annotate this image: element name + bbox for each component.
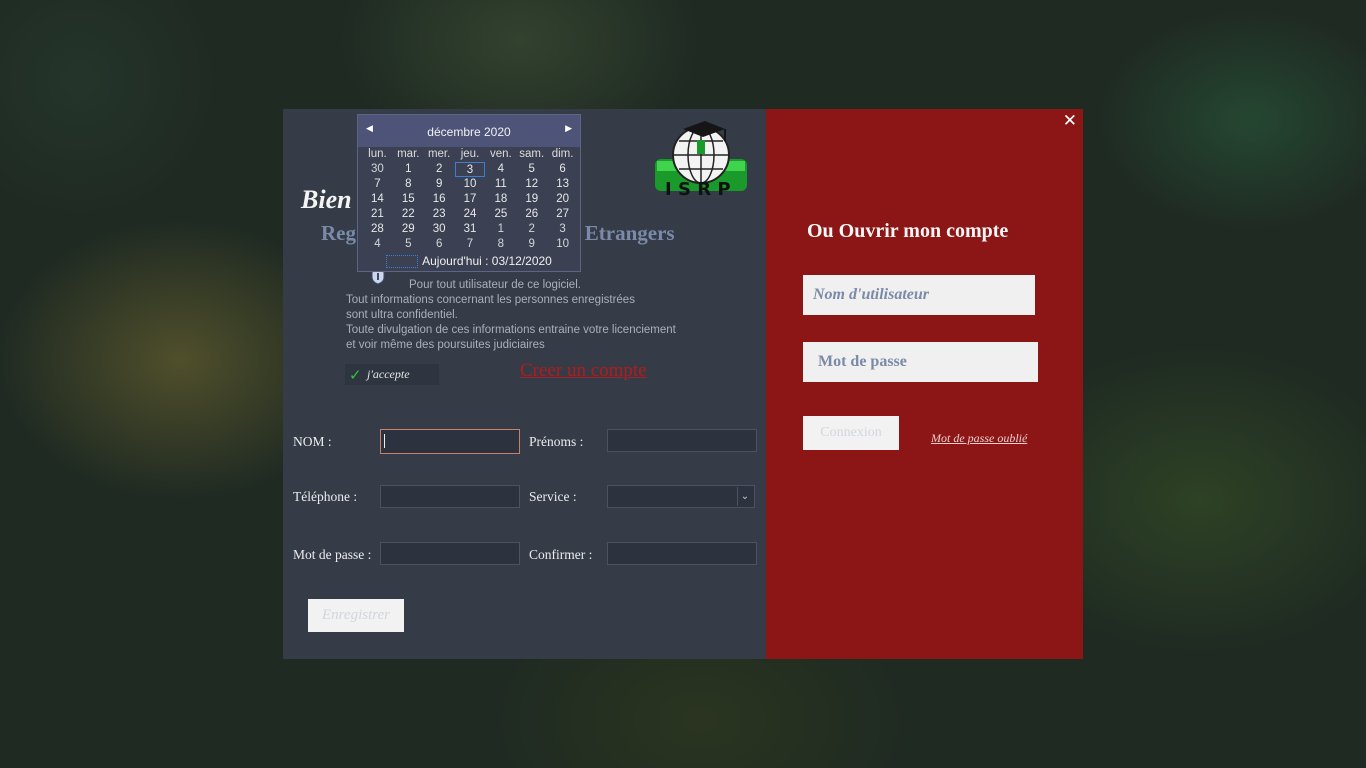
calendar-week-row: 7 8 9 10 11 12 13: [362, 177, 578, 192]
calendar-day[interactable]: 11: [485, 177, 516, 192]
weekday-label: mer.: [427, 148, 451, 160]
password-input[interactable]: Mot de passe: [803, 342, 1038, 382]
nom-input[interactable]: [380, 429, 520, 454]
close-icon[interactable]: ✕: [1063, 111, 1077, 131]
confidentiality-notice: Pour tout utilisateur de ce logiciel. To…: [346, 278, 676, 353]
calendar-day[interactable]: 20: [547, 192, 578, 207]
calendar-day[interactable]: 6: [424, 237, 455, 252]
notice-line: et voir même des poursuites judiciaires: [346, 339, 545, 351]
calendar-day[interactable]: 2: [424, 162, 455, 177]
prenoms-label: Prénoms :: [529, 434, 584, 449]
calendar-week-row: 14 15 16 17 18 19 20: [362, 192, 578, 207]
weekday-header-row: lun. mar. mer. jeu. ven. sam. dim.: [362, 147, 578, 162]
prenoms-input[interactable]: [607, 429, 757, 452]
service-select[interactable]: ⌄: [607, 485, 755, 508]
login-pane: ✕ Ou Ouvrir mon compte Nom d'utilisateur…: [766, 109, 1083, 659]
calendar-day[interactable]: 7: [455, 237, 486, 252]
calendar-day[interactable]: 23: [424, 207, 455, 222]
calendar-day[interactable]: 18: [485, 192, 516, 207]
calendar-day[interactable]: 26: [516, 207, 547, 222]
calendar-day[interactable]: 16: [424, 192, 455, 207]
service-label: Service :: [529, 489, 577, 504]
chevron-down-icon: ⌄: [737, 487, 752, 506]
calendar-day[interactable]: 24: [455, 207, 486, 222]
calendar-day[interactable]: 9: [516, 237, 547, 252]
weekday-label: ven.: [489, 148, 512, 160]
login-title: Ou Ouvrir mon compte: [807, 220, 1009, 242]
svg-text:I S R P: I S R P: [665, 179, 731, 200]
isrp-logo: I S R P: [655, 121, 747, 200]
weekday-label: sam.: [519, 148, 545, 160]
password-label: Mot de passe :: [293, 547, 372, 562]
notice-line: Tout informations concernant les personn…: [346, 294, 635, 306]
forgot-password-link[interactable]: Mot de passe oublié: [931, 431, 1027, 446]
nom-label: NOM :: [293, 434, 332, 449]
calendar-grid: lun. mar. mer. jeu. ven. sam. dim. 30 1 2 3 4 5 6 7 8 9 1…: [362, 147, 578, 252]
create-account-link[interactable]: Creer un compte: [520, 360, 647, 382]
username-input[interactable]: Nom d'utilisateur: [803, 275, 1035, 315]
calendar-header: ◀ décembre 2020 ▶: [358, 115, 580, 147]
calendar-day[interactable]: 13: [547, 177, 578, 192]
weekday-label: dim.: [551, 148, 574, 160]
calendar-day[interactable]: 12: [516, 177, 547, 192]
calendar-day[interactable]: 22: [393, 207, 424, 222]
calendar-day[interactable]: 9: [424, 177, 455, 192]
calendar-week-row: 28 29 30 31 1 2 3: [362, 222, 578, 237]
check-icon: ✓: [349, 365, 362, 384]
telephone-input[interactable]: [380, 485, 520, 508]
calendar-day[interactable]: 1: [393, 162, 424, 177]
calendar-day[interactable]: 17: [455, 192, 486, 207]
welcome-title: Bien: [301, 185, 352, 214]
weekday-label: jeu.: [460, 148, 480, 160]
notice-line: sont ultra confidentiel.: [346, 309, 458, 321]
calendar-day[interactable]: 8: [393, 177, 424, 192]
calendar-day[interactable]: 14: [362, 192, 393, 207]
calendar-day[interactable]: 2: [516, 222, 547, 237]
calendar-day[interactable]: 25: [485, 207, 516, 222]
calendar-day[interactable]: 19: [516, 192, 547, 207]
calendar-day[interactable]: 5: [516, 162, 547, 177]
calendar-day[interactable]: 4: [362, 237, 393, 252]
today-label: Aujourd'hui : 03/12/2020: [422, 254, 552, 268]
register-password-input[interactable]: [380, 542, 520, 565]
calendar-week-row: 4 5 6 7 8 9 10: [362, 237, 578, 252]
confirm-password-input[interactable]: [607, 542, 757, 565]
calendar-day[interactable]: 6: [547, 162, 578, 177]
calendar-day[interactable]: 10: [547, 237, 578, 252]
calendar-day[interactable]: 1: [485, 222, 516, 237]
calendar-day[interactable]: 3: [547, 222, 578, 237]
confirm-label: Confirmer :: [529, 547, 593, 562]
accept-checkbox[interactable]: ✓ j'accepte: [345, 364, 439, 385]
notice-line: Toute divulgation de ces informations en…: [346, 324, 676, 336]
calendar-day[interactable]: 5: [393, 237, 424, 252]
calendar-day[interactable]: 8: [485, 237, 516, 252]
calendar-day[interactable]: 30: [424, 222, 455, 237]
calendar-day[interactable]: 31: [455, 222, 486, 237]
calendar-day[interactable]: 21: [362, 207, 393, 222]
calendar-today[interactable]: Aujourd'hui : 03/12/2020: [358, 254, 580, 269]
connect-button[interactable]: Connexion: [803, 416, 899, 450]
subtitle-left: Reg: [321, 221, 356, 245]
calendar-day[interactable]: 15: [393, 192, 424, 207]
calendar-day[interactable]: 28: [362, 222, 393, 237]
weekday-label: mar.: [397, 148, 420, 160]
notice-line: Pour tout utilisateur de ce logiciel.: [409, 279, 581, 291]
today-marker: [386, 255, 419, 269]
weekday-label: lun.: [368, 148, 387, 160]
calendar-month: décembre 2020: [427, 125, 511, 139]
calendar-day[interactable]: 29: [393, 222, 424, 237]
save-button[interactable]: Enregistrer: [308, 599, 404, 632]
calendar-week-row: 30 1 2 3 4 5 6: [362, 162, 578, 177]
calendar-day[interactable]: 30: [362, 162, 393, 177]
next-month-icon[interactable]: ▶: [565, 124, 572, 134]
calendar-day[interactable]: 10: [455, 177, 486, 192]
calendar-week-row: 21 22 23 24 25 26 27: [362, 207, 578, 222]
calendar-day[interactable]: 27: [547, 207, 578, 222]
accept-label: j'accepte: [367, 367, 410, 381]
calendar-day[interactable]: 3: [454, 162, 486, 177]
telephone-label: Téléphone :: [293, 489, 358, 504]
date-picker-calendar[interactable]: ◀ décembre 2020 ▶ lun. mar. mer. jeu. ven. sa…: [357, 114, 581, 272]
calendar-day[interactable]: 4: [485, 162, 516, 177]
calendar-day[interactable]: 7: [362, 177, 393, 192]
